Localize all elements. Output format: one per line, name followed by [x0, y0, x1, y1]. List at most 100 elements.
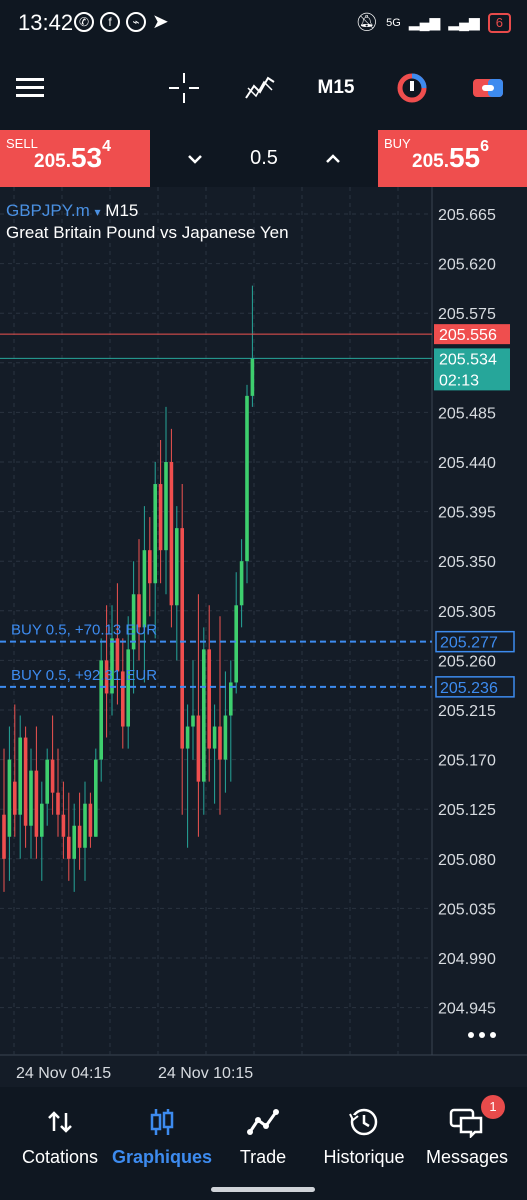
symbol-description: Great Britain Pound vs Japanese Yen: [6, 223, 289, 242]
bid-price-label: 205.534: [439, 351, 497, 368]
bottom-navigation: Cotations Graphiques Trade Historique 1 …: [0, 1087, 527, 1200]
nav-trade[interactable]: Trade: [211, 1105, 315, 1168]
y-tick-label: 205.665: [438, 207, 496, 224]
y-tick-label: 205.305: [438, 604, 496, 621]
x-tick-label: 24 Nov 10:15: [158, 1065, 253, 1082]
indicators-icon[interactable]: [242, 70, 278, 106]
nav-cotations[interactable]: Cotations: [8, 1105, 112, 1168]
position-price-label: 205.236: [440, 680, 498, 697]
candle-body: [239, 561, 244, 606]
ask-price-label: 205.556: [439, 327, 497, 344]
candle-body: [212, 726, 217, 749]
y-tick-label: 205.620: [438, 257, 496, 274]
sell-price-main: 205.: [34, 151, 71, 172]
nav-cotations-label: Cotations: [21, 1147, 99, 1167]
position-label: BUY 0.5, +92.31 EUR: [11, 667, 157, 684]
candle-body: [18, 737, 22, 815]
nav-messages[interactable]: 1 Messages: [415, 1095, 519, 1168]
messages-icon: 1: [415, 1095, 519, 1139]
y-tick-label: 204.990: [438, 951, 496, 968]
sell-button[interactable]: SELL 205.534: [0, 130, 150, 187]
telegram-icon: ➤: [152, 11, 169, 33]
y-tick-label: 205.440: [438, 455, 496, 472]
y-tick-label: 205.170: [438, 753, 496, 770]
candle-body: [142, 550, 147, 628]
y-tick-label: 205.035: [438, 901, 496, 918]
candlestick-chart[interactable]: 205.665205.620205.575205.530205.485205.4…: [0, 187, 527, 1087]
position-price-label: 205.277: [440, 635, 498, 652]
candle-body: [196, 715, 201, 782]
candle-body: [218, 726, 222, 760]
buy-label: BUY: [384, 136, 411, 151]
candle-body: [164, 462, 168, 551]
signal-icon: ▂▄▆: [448, 14, 480, 30]
candle-body: [175, 528, 179, 606]
more-icon[interactable]: [464, 1023, 500, 1047]
y-tick-label: 205.575: [438, 306, 496, 323]
y-tick-label: 205.080: [438, 852, 496, 869]
signal-icon: ▂▄▆: [408, 14, 441, 30]
sell-price-big: 53: [70, 142, 103, 173]
status-bar: 13:42 ✆ f ⌁ ➤ 🔕︎ 5G ▂▄▆ ▂▄▆ 6: [0, 0, 527, 48]
candle-body: [207, 649, 211, 749]
y-tick-label: 205.215: [438, 703, 496, 720]
nav-messages-label: Messages: [425, 1147, 509, 1167]
status-time: 13:42: [18, 10, 74, 35]
quotes-icon: [8, 1105, 112, 1139]
bar-countdown-label: 02:13: [439, 372, 479, 389]
trade-icon[interactable]: [470, 70, 506, 106]
one-click-trade-bar: SELL 205.534 0.5 BUY 205.556: [0, 130, 527, 187]
nav-historique[interactable]: Historique: [312, 1105, 416, 1168]
candle-body: [153, 484, 157, 584]
nav-trade-label: Trade: [239, 1147, 287, 1167]
candle-body: [13, 781, 17, 815]
candle-body: [50, 759, 55, 793]
candle-body: [40, 803, 44, 837]
symbol-header[interactable]: GBPJPY.m ▾ M15: [6, 201, 138, 221]
candle-body: [23, 737, 28, 826]
candle-body: [34, 770, 39, 837]
symbol-dropdown-icon[interactable]: ▾: [95, 205, 101, 219]
candle-body: [234, 605, 238, 683]
nav-graphiques-label: Graphiques: [111, 1147, 213, 1167]
home-indicator[interactable]: [211, 1187, 315, 1192]
y-tick-label: 205.350: [438, 554, 496, 571]
candle-body: [77, 825, 82, 848]
candle-body: [126, 649, 130, 727]
timeframe-button[interactable]: M15: [310, 70, 362, 106]
candle-body: [67, 836, 71, 859]
price-chart[interactable]: 205.665205.620205.575205.530205.485205.4…: [0, 187, 527, 1087]
candle-body: [223, 715, 228, 760]
candle-body: [148, 550, 152, 584]
candle-body: [72, 825, 76, 859]
chart-timeframe: M15: [105, 201, 139, 220]
candle-body: [56, 792, 60, 815]
candle-body: [245, 395, 249, 562]
y-tick-label: 205.395: [438, 505, 496, 522]
y-tick-label: 205.125: [438, 802, 496, 819]
buy-price-big: 55: [448, 142, 481, 173]
y-tick-label: 204.945: [438, 1001, 496, 1018]
candle-body: [185, 726, 190, 749]
candle-body: [83, 803, 87, 848]
candle-body: [45, 759, 49, 804]
increase-lot-button[interactable]: [318, 144, 348, 174]
candle-body: [202, 649, 206, 782]
chart-toolbar: M15: [0, 48, 527, 130]
candle-body: [29, 770, 33, 826]
nav-graphiques[interactable]: Graphiques: [110, 1105, 214, 1168]
candle-body: [94, 759, 98, 837]
candle-body: [2, 814, 6, 859]
menu-icon[interactable]: [14, 70, 46, 106]
buy-button[interactable]: BUY 205.556: [378, 130, 527, 187]
candle-body: [88, 803, 93, 837]
symbol-name[interactable]: GBPJPY.m: [6, 201, 90, 220]
crosshair-icon[interactable]: [166, 70, 202, 106]
candle-body: [7, 759, 12, 837]
candle-body: [158, 484, 163, 551]
candle-body: [180, 528, 184, 749]
lot-selector: 0.5: [150, 130, 378, 187]
candle-body: [191, 715, 195, 727]
facebook-icon: f: [100, 12, 120, 32]
one-click-icon[interactable]: [394, 70, 430, 106]
